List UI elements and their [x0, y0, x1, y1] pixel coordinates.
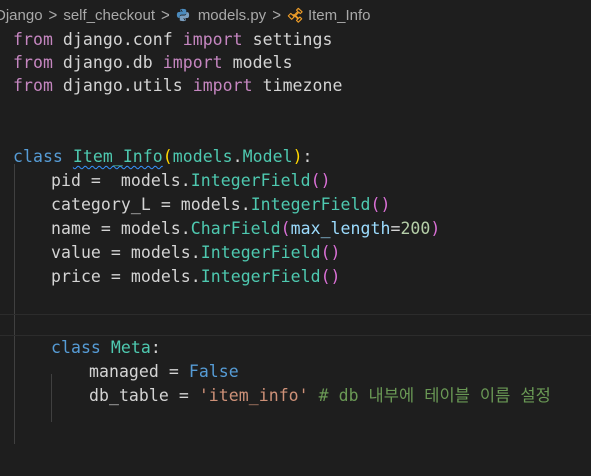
field-name: managed =	[89, 362, 189, 381]
base-module: models	[172, 147, 233, 166]
equals: =	[390, 219, 401, 238]
field-type: CharField	[190, 219, 281, 238]
breadcrumb-item-django[interactable]: Django	[0, 7, 43, 24]
code-line-11[interactable]: price = models.IntegerField()	[51, 265, 341, 289]
module-name: django.db	[52, 53, 163, 72]
bracket: )	[292, 147, 303, 166]
colon: :	[302, 147, 313, 166]
parameter: max_length	[290, 219, 391, 238]
field-name: value = models.	[51, 243, 201, 262]
bracket: ()	[320, 243, 341, 262]
string: 'item_info'	[198, 386, 309, 405]
field-name: price = models.	[51, 267, 201, 286]
bracket: ()	[320, 267, 341, 286]
keyword: from	[13, 30, 53, 49]
code-line-3[interactable]: from django.utils import timezone	[13, 74, 342, 98]
field-name: category_L = models.	[51, 195, 251, 214]
keyword: class	[51, 338, 101, 357]
code-line-2[interactable]: from django.db import models	[13, 51, 293, 75]
module-ref: models.	[110, 171, 191, 190]
code-line-14[interactable]: class Meta:	[51, 336, 161, 360]
current-line-highlight	[0, 314, 591, 336]
code-line-6[interactable]: class Item_Info(models.Model):	[13, 145, 313, 169]
code-line-16[interactable]: db_table = 'item_info' # db 내부에 테이블 이름 설…	[89, 384, 551, 408]
keyword: class	[13, 147, 63, 166]
field-type: IntegerField	[200, 243, 321, 262]
bracket: ()	[310, 171, 331, 190]
chevron-right-icon: >	[48, 5, 58, 25]
breadcrumb: Django > self_checkout > models.py > Ite…	[0, 0, 591, 30]
module-name: django.conf	[52, 30, 183, 49]
code-line-8[interactable]: category_L = models.IntegerField()	[51, 193, 390, 217]
keyword: from	[13, 76, 53, 95]
class-name: Meta	[110, 338, 151, 357]
breadcrumb-item-models-py[interactable]: models.py	[176, 7, 266, 24]
indent-guide	[14, 164, 15, 444]
code-line-10[interactable]: value = models.IntegerField()	[51, 241, 341, 265]
code-line-9[interactable]: name = models.CharField(max_length=200)	[51, 217, 440, 241]
code-line-7[interactable]: pid = models.IntegerField()	[51, 169, 331, 193]
keyword: import	[192, 76, 253, 95]
breadcrumb-item-label: models.py	[197, 6, 267, 24]
base-class: Model	[242, 147, 293, 166]
chevron-right-icon: >	[272, 5, 281, 25]
import-name: settings	[242, 30, 333, 49]
module-name: django.utils	[52, 76, 193, 95]
code-editor[interactable]: from django.conf import settings from dj…	[0, 28, 591, 476]
class-name: Item_Info	[72, 147, 163, 166]
field-type: IntegerField	[190, 171, 311, 190]
import-name: models	[222, 53, 293, 72]
field-type: IntegerField	[200, 267, 321, 286]
comment: # db 내부에 테이블 이름 설정	[308, 386, 551, 405]
indent-guide	[51, 374, 52, 422]
code-line-15[interactable]: managed = False	[89, 360, 239, 384]
number: 200	[400, 219, 431, 238]
dot: .	[232, 147, 243, 166]
breadcrumb-item-item-info[interactable]: Item_Info	[287, 7, 371, 24]
field-name: db_table =	[89, 386, 199, 405]
keyword: import	[182, 30, 243, 49]
class-symbol-icon	[287, 7, 303, 23]
breadcrumb-item-label: Item_Info	[307, 6, 371, 24]
field-type: IntegerField	[250, 195, 371, 214]
breadcrumb-item-self-checkout[interactable]: self_checkout	[63, 7, 155, 24]
field-name: pid =	[51, 171, 111, 190]
code-line-1[interactable]: from django.conf import settings	[13, 28, 333, 52]
bracket: )	[430, 219, 441, 238]
python-file-icon	[176, 8, 189, 22]
bracket: (	[162, 147, 173, 166]
bracket: ()	[370, 195, 391, 214]
constant: False	[188, 362, 239, 381]
bracket: (	[280, 219, 291, 238]
colon: :	[150, 338, 161, 357]
keyword: import	[162, 53, 223, 72]
import-name: timezone	[252, 76, 343, 95]
field-name: name = models.	[51, 219, 191, 238]
keyword: from	[13, 53, 53, 72]
chevron-right-icon: >	[161, 5, 170, 25]
